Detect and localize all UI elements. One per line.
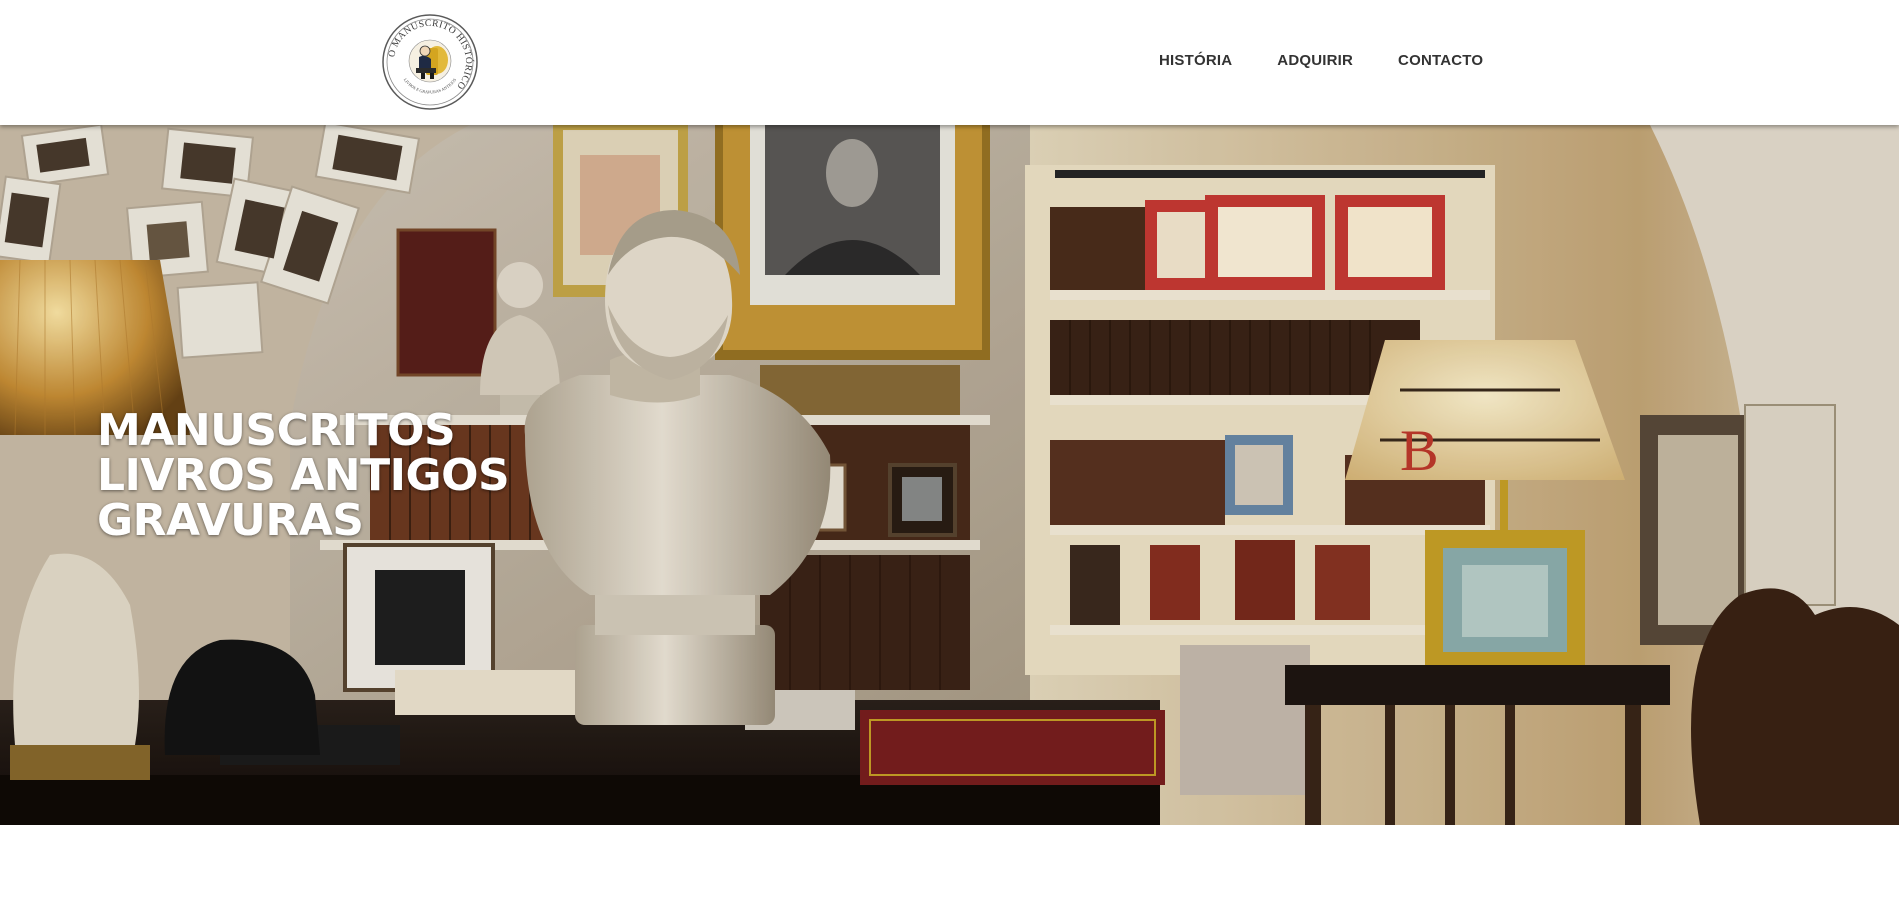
nav-item-adquirir[interactable]: ADQUIRIR	[1277, 52, 1353, 69]
hero-line-livros-antigos: LIVROS ANTIGOS	[97, 450, 510, 501]
page-bottom-spacer	[0, 825, 1899, 914]
site-header: O MANUSCRITO HISTÓRICO LIVROS E GRAVURAS…	[0, 0, 1899, 125]
hero-banner: B MANUSCRITOS LIVROS ANTIGOS GRAVURAS	[0, 125, 1899, 825]
logo-emblem-icon: O MANUSCRITO HISTÓRICO LIVROS E GRAVURAS…	[382, 14, 478, 110]
hero-heading: MANUSCRITOS LIVROS ANTIGOS GRAVURAS	[97, 405, 510, 546]
main-nav: HISTÓRIA ADQUIRIR CONTACTO	[1159, 52, 1483, 69]
site-logo[interactable]: O MANUSCRITO HISTÓRICO LIVROS E GRAVURAS…	[381, 13, 479, 111]
hero-line-manuscritos: MANUSCRITOS	[97, 405, 456, 456]
nav-item-historia[interactable]: HISTÓRIA	[1159, 52, 1232, 69]
nav-item-contacto[interactable]: CONTACTO	[1398, 52, 1483, 69]
hero-line-gravuras: GRAVURAS	[97, 495, 364, 546]
